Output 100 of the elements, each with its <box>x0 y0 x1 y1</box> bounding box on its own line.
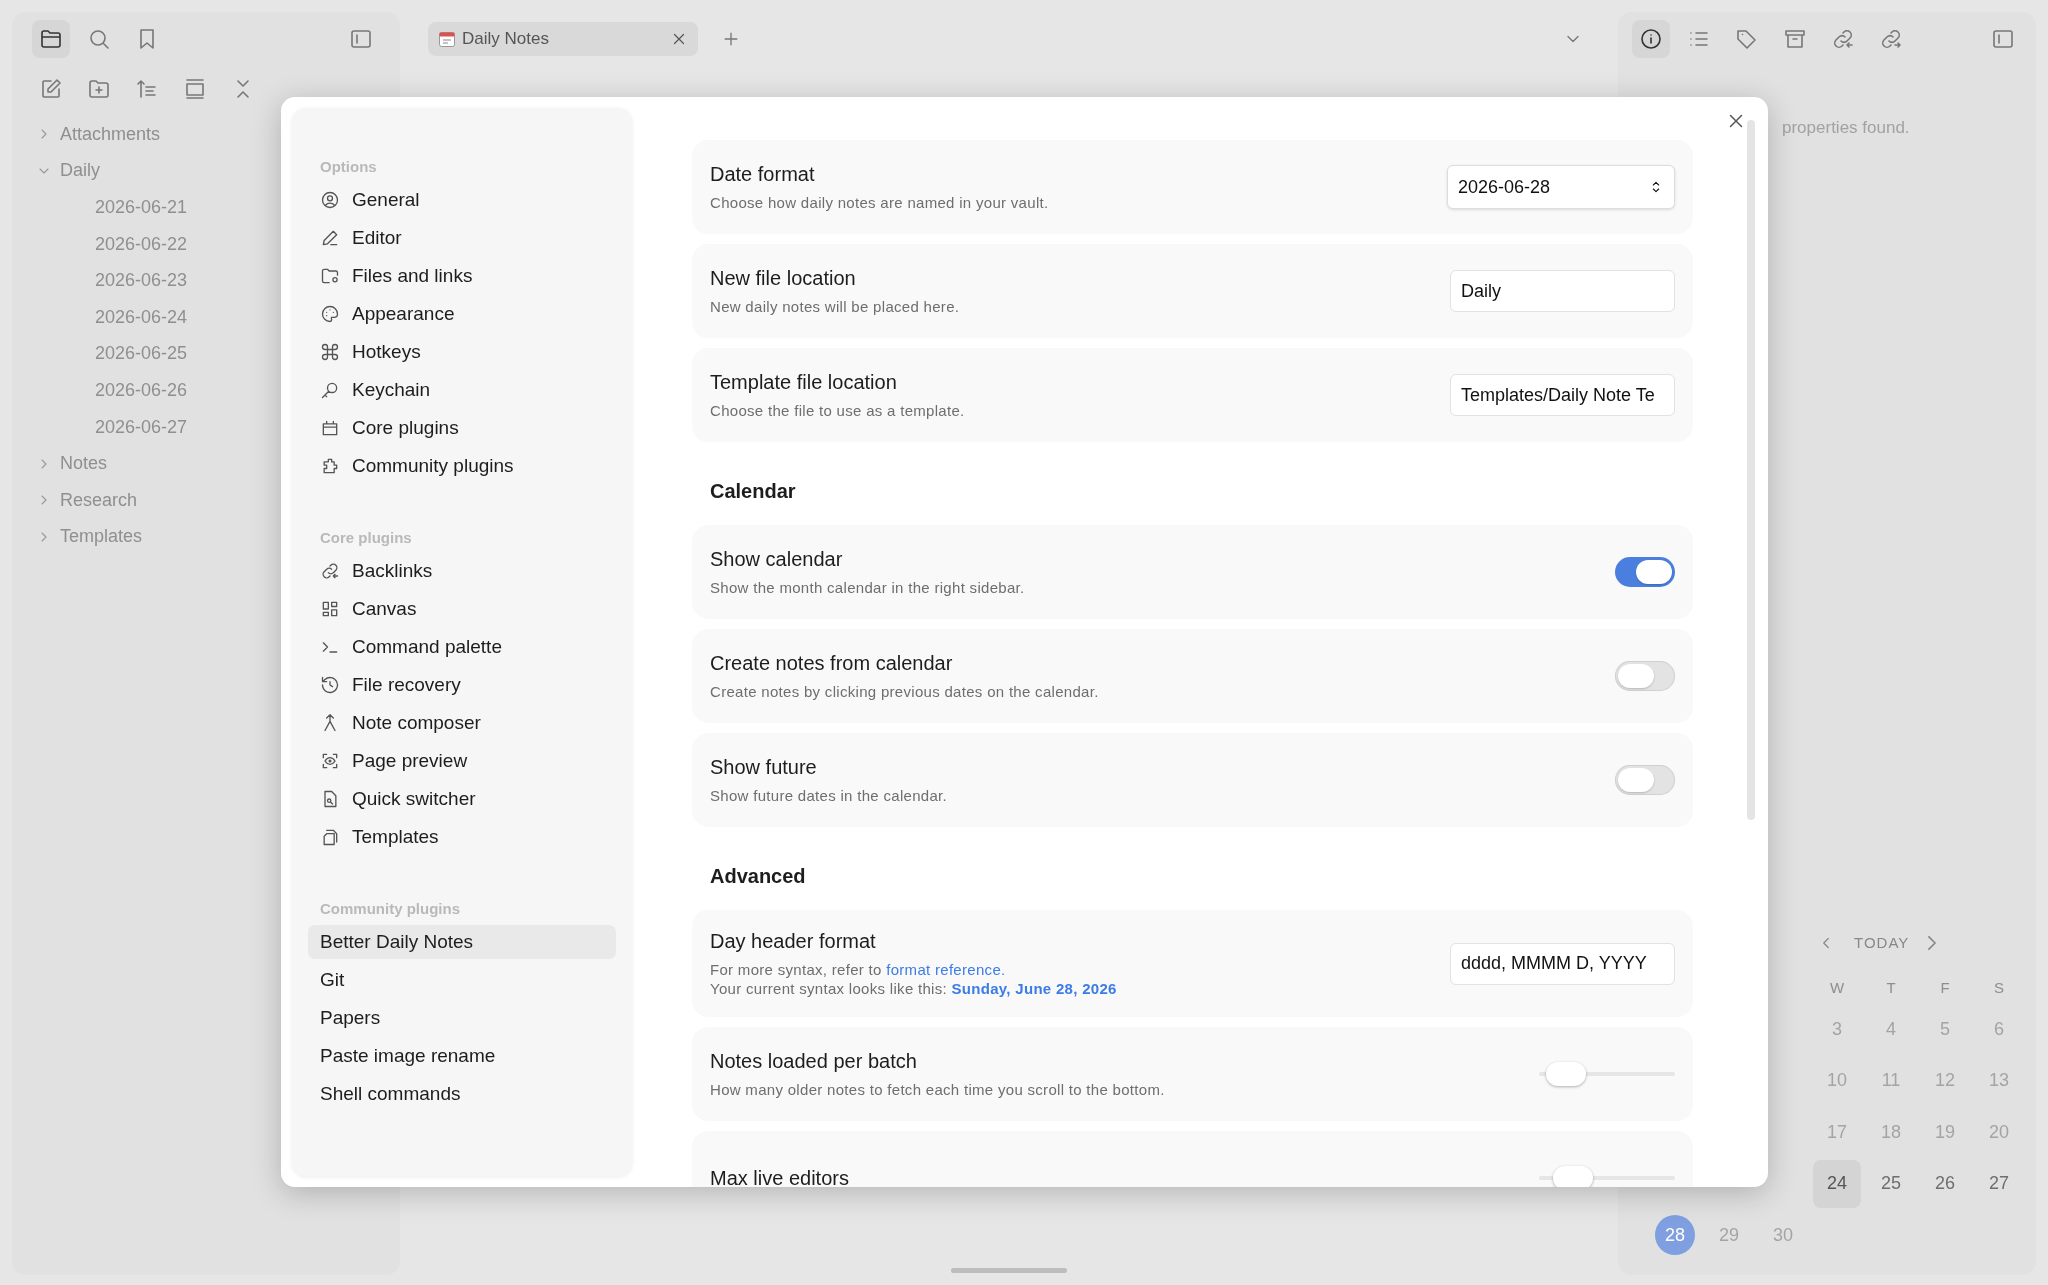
info-icon <box>1639 27 1663 51</box>
settings-nav-item[interactable]: Core plugins <box>308 411 616 445</box>
folder-item[interactable]: Research <box>32 481 380 519</box>
settings-nav-item[interactable]: Note composer <box>308 706 616 740</box>
settings-nav-item[interactable]: Canvas <box>308 592 616 626</box>
tab[interactable]: Daily Notes <box>428 22 698 56</box>
section-heading: Options <box>319 157 378 177</box>
settings-nav-item[interactable]: General <box>308 183 616 217</box>
calendar-day[interactable]: 25 <box>1867 1159 1915 1208</box>
settings-nav-item[interactable]: Editor <box>308 221 616 255</box>
settings-nav-item[interactable]: Appearance <box>308 297 616 331</box>
setting-description: Choose the file to use as a template. <box>710 402 966 419</box>
search-icon <box>87 27 111 51</box>
toggle-switch[interactable] <box>1615 765 1675 795</box>
today-button[interactable]: TODAY <box>1854 934 1910 951</box>
settings-nav-item[interactable]: Better Daily Notes <box>308 925 616 959</box>
sidebar-toggle-icon <box>1991 27 2015 51</box>
setting-title: New file location <box>710 267 857 290</box>
section-heading: Calendar <box>709 479 797 504</box>
settings-nav-item[interactable]: Page preview <box>308 744 616 778</box>
folder-item[interactable]: Attachments <box>32 116 380 153</box>
setting-description: How many older notes to fetch each time you scroll to the bottom. <box>710 1081 1166 1098</box>
pencil-icon <box>320 228 340 248</box>
toggle-switch[interactable] <box>1615 557 1675 587</box>
sidebar-tab[interactable] <box>32 20 70 58</box>
settings-nav-item[interactable]: Backlinks <box>308 554 616 588</box>
setting-title: Show calendar <box>710 548 844 571</box>
setting-description: For more syntax, refer to format reference. <box>710 961 1007 978</box>
settings-nav-item[interactable]: Files and links <box>308 259 616 293</box>
slider-thumb[interactable] <box>1546 1062 1587 1086</box>
slider-thumb[interactable] <box>1553 1166 1593 1187</box>
command-key-icon <box>320 342 340 362</box>
sidebar-toggle-icon <box>349 27 373 51</box>
link-icon <box>320 561 340 581</box>
settings-nav-item[interactable]: Paste image rename <box>308 1039 616 1073</box>
scrollbar[interactable] <box>1747 120 1755 820</box>
dropdown[interactable]: 2026-06-28 <box>1447 165 1675 209</box>
today-date[interactable]: 28 <box>1655 1215 1695 1256</box>
weekday-label: W <box>1828 977 1846 998</box>
setting-title: Template file location <box>710 371 898 394</box>
setting-description: Choose how daily notes are named in your vault. <box>710 194 1050 211</box>
calendar-day[interactable]: 27 <box>1975 1159 2023 1208</box>
folder-name: Templates <box>60 526 143 548</box>
toggle-switch[interactable] <box>1615 661 1675 691</box>
setting-title: Create notes from calendar <box>710 652 954 675</box>
folder-name: Daily <box>60 160 100 182</box>
section-heading: Advanced <box>709 864 807 889</box>
weekday-label: S <box>1993 977 2005 998</box>
settings-nav-item[interactable]: Keychain <box>308 373 616 407</box>
link[interactable]: format reference. <box>886 961 1006 978</box>
folder-icon <box>39 27 63 51</box>
new-folder-icon <box>87 77 111 101</box>
calendar-icon <box>438 30 456 48</box>
settings-nav-item[interactable]: Papers <box>308 1001 616 1035</box>
sort-icon <box>135 77 159 101</box>
palette-icon <box>320 304 340 324</box>
link-icon <box>1831 27 1855 51</box>
setting-description: Show future dates in the calendar. <box>710 787 949 804</box>
setting-title: Max live editors <box>710 1166 850 1187</box>
calendar-day[interactable]: 24 <box>1813 1159 1861 1208</box>
key-icon <box>320 380 340 400</box>
settings-nav-item[interactable]: Git <box>308 963 616 997</box>
settings-nav-item[interactable]: Hotkeys <box>308 335 616 369</box>
text-field[interactable]: Daily <box>1450 270 1675 312</box>
chevron-right-icon <box>1928 935 1937 950</box>
settings-nav-item[interactable]: Shell commands <box>308 1077 616 1111</box>
tag-icon <box>1735 27 1759 51</box>
setting-title: Show future <box>710 756 818 779</box>
settings-nav-item[interactable]: Community plugins <box>308 449 616 483</box>
settings-nav-item[interactable]: Templates <box>308 820 616 854</box>
resize-handle[interactable] <box>951 1268 1067 1273</box>
text-field[interactable]: dddd, MMMM D, YYYY <box>1450 942 1675 985</box>
link-icon <box>1879 27 1903 51</box>
slider[interactable] <box>1539 1163 1675 1187</box>
calendar-icon <box>320 418 340 438</box>
slider[interactable] <box>1539 1059 1675 1089</box>
empty-message: properties found. <box>1782 118 1911 138</box>
weekday-label: T <box>1885 977 1897 998</box>
setting-description: Show the month calendar in the right sidebar. <box>710 579 1026 596</box>
panel-icon <box>183 77 207 101</box>
sidebar-tab[interactable] <box>1632 20 1670 58</box>
section-heading: Community plugins <box>319 899 461 919</box>
folder-gear-icon <box>320 266 340 286</box>
setting-title: Date format <box>710 163 816 186</box>
setting-note: Your current syntax looks like this: Sunday, June 28, 2026 <box>710 980 1118 997</box>
text-field[interactable]: Templates/Daily Note Te <box>1450 374 1675 416</box>
folder-name: Attachments <box>60 123 161 145</box>
section-heading: Core plugins <box>319 528 413 548</box>
setting-title: Day header format <box>710 930 877 953</box>
folder-name: Notes <box>60 453 108 475</box>
new-note-icon <box>39 77 63 101</box>
history-icon <box>320 675 340 695</box>
grid-icon <box>320 599 340 619</box>
setting-description: New daily notes will be placed here. <box>710 298 961 315</box>
settings-nav-item[interactable]: Command palette <box>308 630 616 664</box>
weekday-label: F <box>1939 977 1951 998</box>
settings-nav-item[interactable]: Quick switcher <box>308 782 616 816</box>
settings-nav-item[interactable]: File recovery <box>308 668 616 702</box>
calendar-day[interactable]: 26 <box>1921 1159 1969 1208</box>
setting-description: Create notes by clicking previous dates on the calendar. <box>710 683 1100 700</box>
